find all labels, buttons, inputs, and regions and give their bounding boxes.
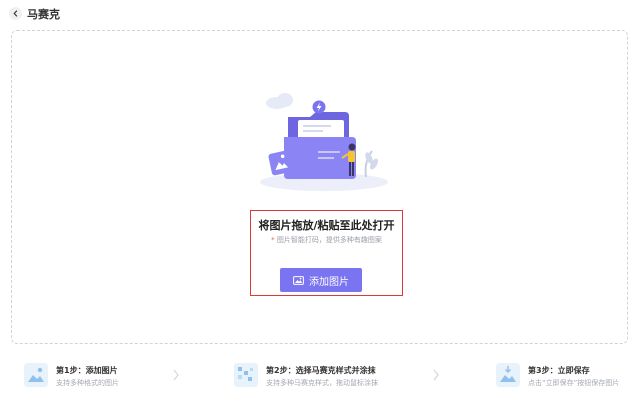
dropzone-hint: * 图片智能打码，提供多种有趣图案	[250, 235, 403, 245]
chevron-right-icon	[173, 369, 179, 381]
back-button[interactable]	[9, 7, 22, 20]
chevron-right-icon	[433, 369, 439, 381]
image-icon	[293, 275, 304, 285]
steps-bar: 第1步：添加图片 支持多种格式的图片 第2步：选择马赛克样式并涂抹 支持多种马赛…	[0, 355, 640, 400]
step-3-desc: 点击“立即保存”按钮保存图片	[528, 379, 620, 387]
step-1-title: 第1步：添加图片	[56, 366, 118, 375]
folder-illustration	[260, 93, 388, 191]
step-3-title: 第3步：立即保存	[528, 366, 590, 375]
required-mark: *	[271, 236, 275, 244]
mosaic-brush-icon	[234, 363, 258, 387]
step-2-title: 第2步：选择马赛克样式并涂抹	[266, 366, 376, 375]
image-add-icon	[24, 363, 48, 387]
add-image-label: 添加图片	[309, 276, 349, 288]
save-image-icon	[496, 363, 520, 387]
chevron-left-icon	[13, 10, 18, 17]
hint-text: 图片智能打码，提供多种有趣图案	[276, 236, 382, 244]
top-bar: 马赛克	[0, 0, 640, 28]
add-image-button[interactable]: 添加图片	[280, 268, 362, 292]
step-1-desc: 支持多种格式的图片	[56, 379, 119, 387]
dropzone-title: 将图片拖放/粘贴至此处打开	[258, 219, 395, 232]
step-2-desc: 支持多种马赛克样式，拖动鼠标涂抹	[266, 379, 378, 387]
page-title: 马赛克	[27, 8, 60, 21]
